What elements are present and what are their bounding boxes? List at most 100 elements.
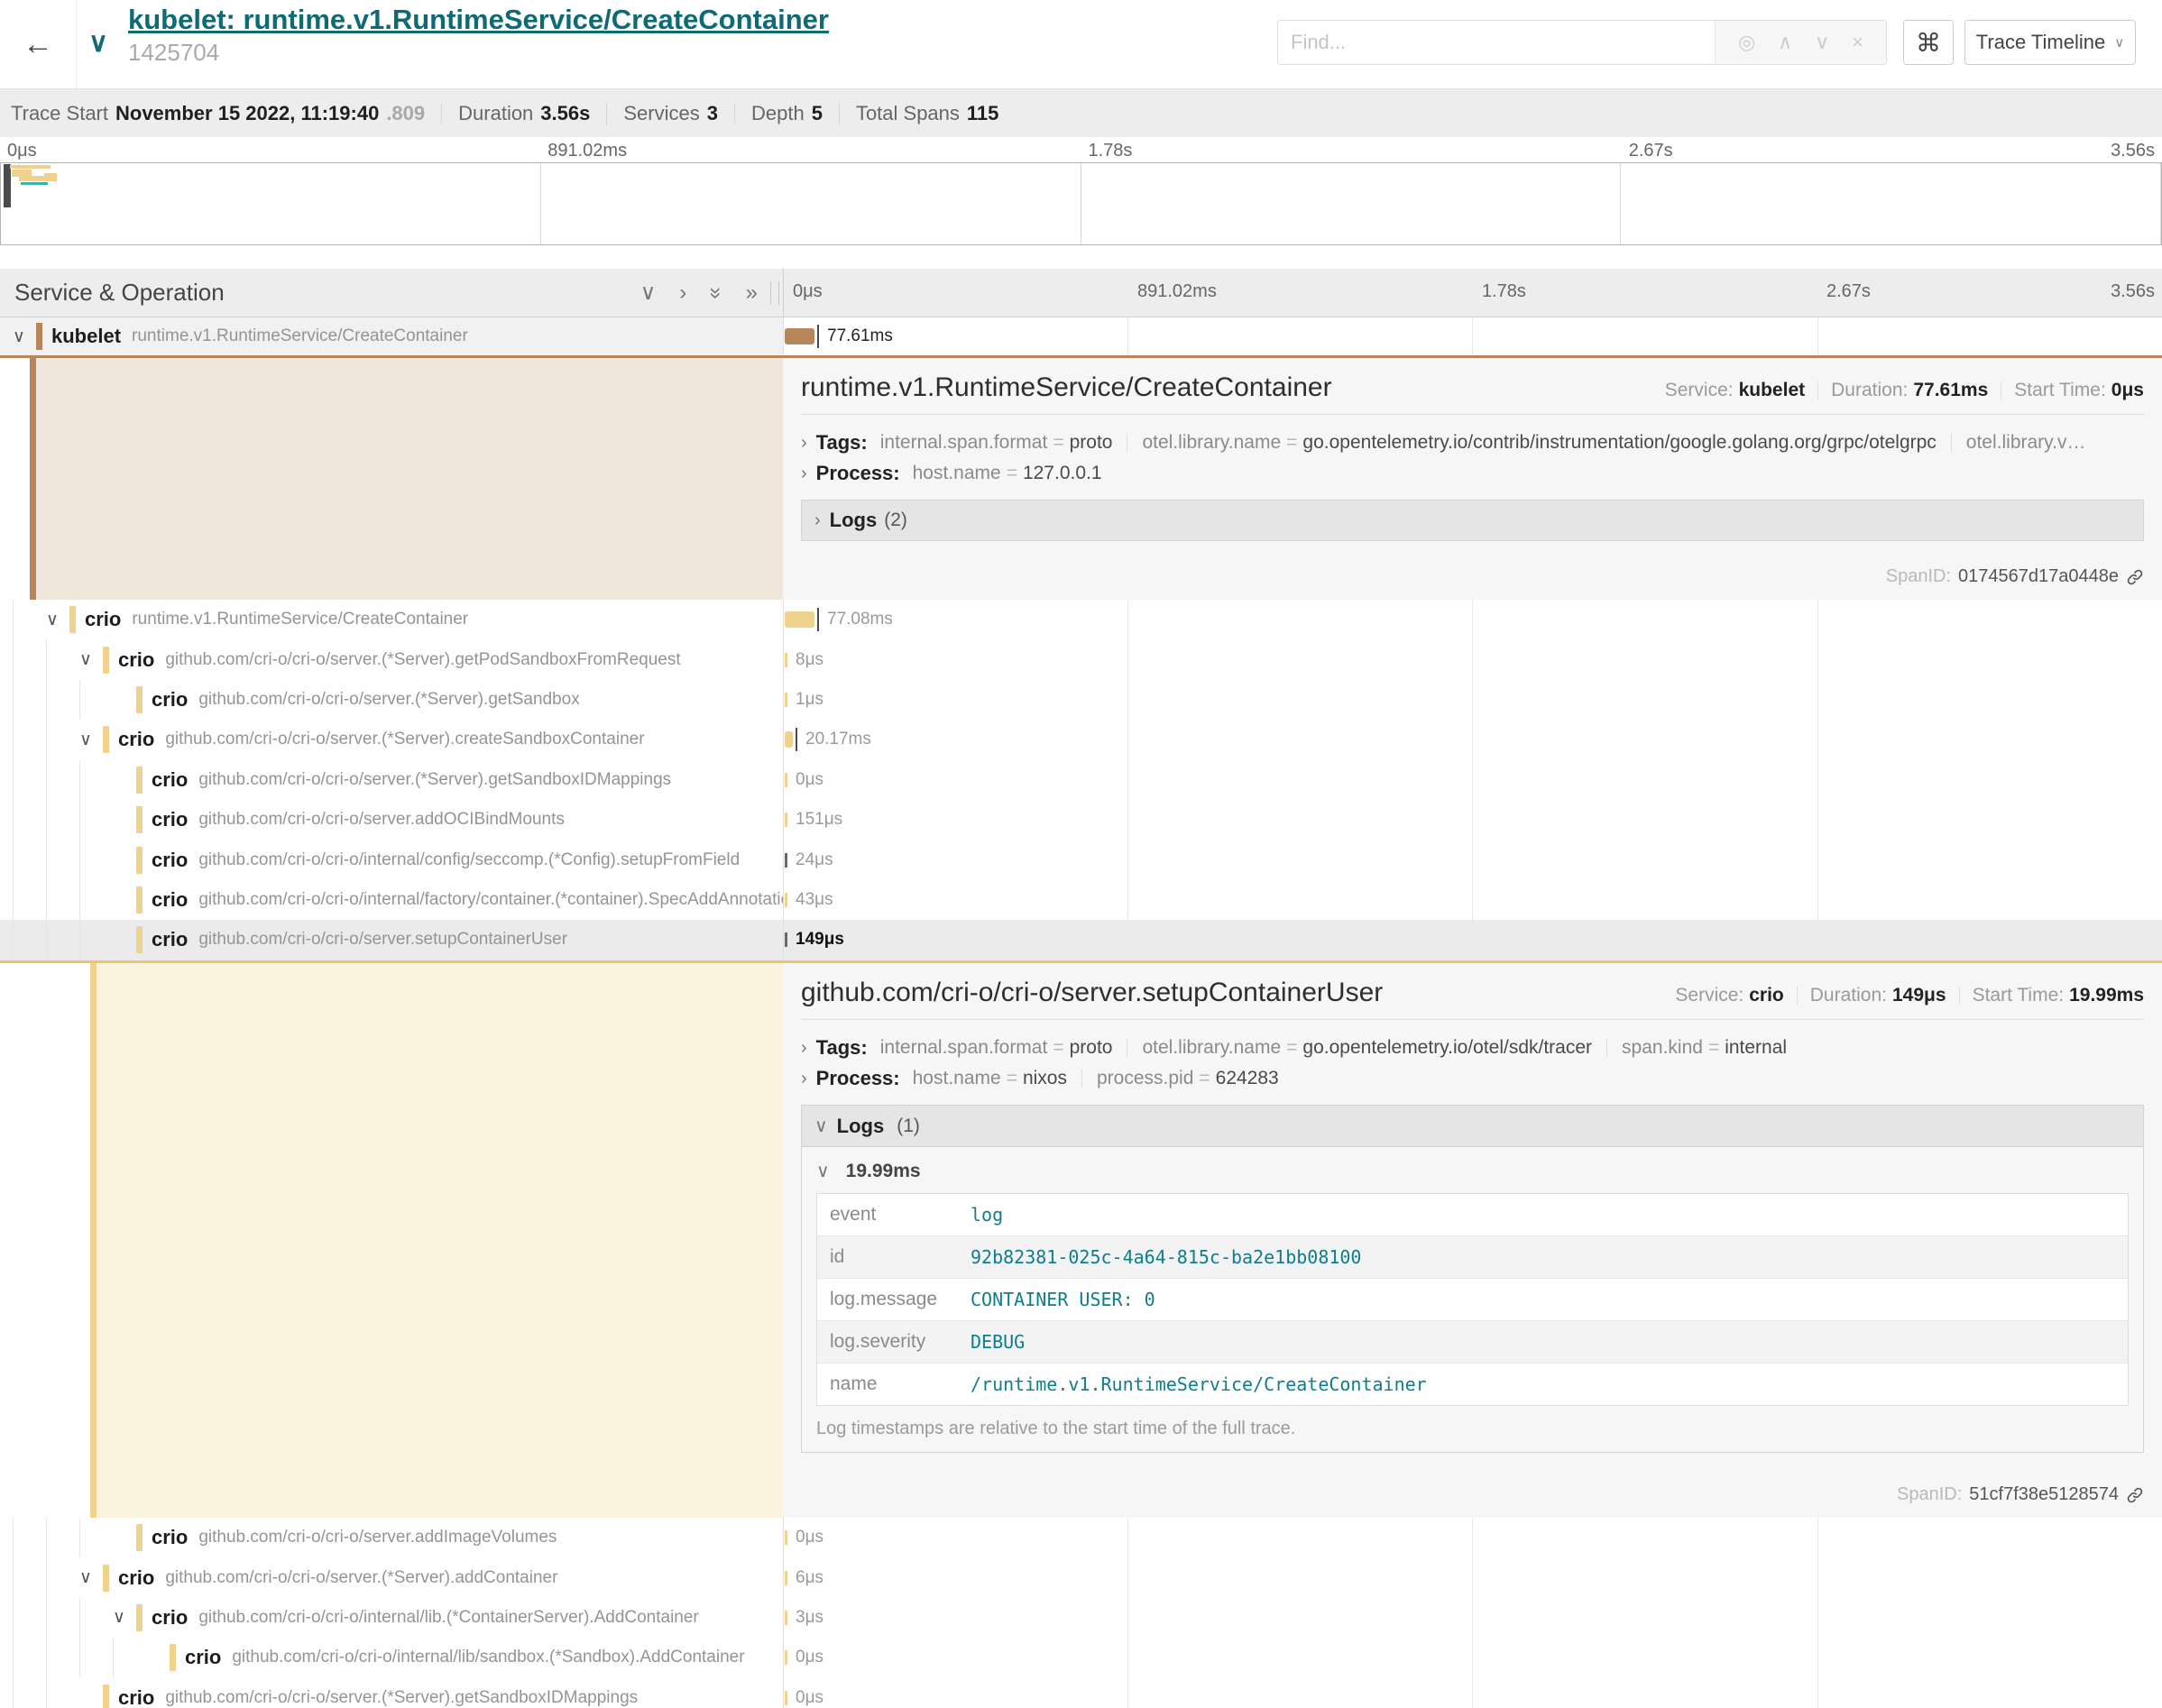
span-row[interactable]: criogithub.com/cri-o/cri-o/internal/conf…	[0, 840, 2162, 879]
span-row-timeline-cell[interactable]: 0μs	[783, 1518, 2162, 1557]
process-row[interactable]: › Process: host.name=127.0.0.1	[801, 458, 2144, 489]
span-duration-bar[interactable]	[785, 1530, 787, 1545]
column-resize-handle[interactable]	[770, 281, 779, 305]
span-duration-bar[interactable]	[785, 1571, 787, 1585]
expand-chevron-icon[interactable]: ∨	[46, 610, 69, 630]
find-next-icon[interactable]: ∨	[1815, 31, 1829, 54]
span-duration-bar[interactable]	[785, 653, 787, 667]
span-row[interactable]: ∨kubeletruntime.v1.RuntimeService/Create…	[0, 317, 2162, 355]
span-row-name-cell[interactable]: criogithub.com/cri-o/cri-o/internal/conf…	[0, 840, 783, 879]
span-row[interactable]: criogithub.com/cri-o/cri-o/server.setupC…	[0, 920, 2162, 960]
span-duration-bar[interactable]	[785, 813, 787, 827]
process-row[interactable]: › Process: host.name=nixosprocess.pid=62…	[801, 1063, 2144, 1094]
span-row-name-cell[interactable]: criogithub.com/cri-o/cri-o/internal/fact…	[0, 880, 783, 920]
span-row-name-cell[interactable]: ∨criogithub.com/cri-o/cri-o/internal/lib…	[0, 1598, 783, 1638]
span-duration-bar[interactable]	[785, 932, 787, 947]
span-row-name-cell[interactable]: ∨criogithub.com/cri-o/cri-o/server.(*Ser…	[0, 1557, 783, 1597]
span-duration-bar[interactable]	[785, 611, 814, 628]
span-duration-bar[interactable]	[785, 773, 787, 787]
span-row-timeline-cell[interactable]: 151μs	[783, 800, 2162, 840]
span-row[interactable]: ∨criogithub.com/cri-o/cri-o/server.(*Ser…	[0, 720, 2162, 759]
log-field-value: /runtime.v1.RuntimeService/CreateContain…	[971, 1364, 2128, 1405]
span-row[interactable]: ∨criogithub.com/cri-o/cri-o/server.(*Ser…	[0, 639, 2162, 679]
span-row-timeline-cell[interactable]: 1μs	[783, 680, 2162, 720]
collapse-one-icon[interactable]: ∨	[640, 280, 657, 306]
span-row-timeline-cell[interactable]: 0μs	[783, 760, 2162, 800]
span-row[interactable]: criogithub.com/cri-o/cri-o/internal/fact…	[0, 880, 2162, 920]
span-duration-bar[interactable]	[785, 731, 793, 748]
span-row[interactable]: ∨criogithub.com/cri-o/cri-o/server.(*Ser…	[0, 1557, 2162, 1597]
span-row[interactable]: ∨criogithub.com/cri-o/cri-o/internal/lib…	[0, 1598, 2162, 1638]
expand-chevron-icon[interactable]: ∨	[79, 1567, 103, 1588]
span-row-timeline-cell[interactable]: 77.08ms	[783, 600, 2162, 639]
find-clear-icon[interactable]: ×	[1852, 31, 1863, 54]
span-row-timeline-cell[interactable]: 8μs	[783, 639, 2162, 679]
span-row[interactable]: ∨crioruntime.v1.RuntimeService/CreateCon…	[0, 600, 2162, 639]
span-row[interactable]: criogithub.com/cri-o/cri-o/internal/lib/…	[0, 1638, 2162, 1677]
span-row-timeline-cell[interactable]: 3μs	[783, 1598, 2162, 1638]
span-rows: ∨kubeletruntime.v1.RuntimeService/Create…	[0, 317, 2162, 355]
find-input[interactable]	[1278, 21, 1715, 64]
service-name: crio	[152, 928, 188, 951]
log-field-value: log	[971, 1194, 2128, 1235]
span-row-timeline-cell[interactable]: 149μs	[783, 920, 2162, 960]
keyboard-shortcuts-button[interactable]: ⌘	[1903, 20, 1954, 65]
expand-chevron-icon[interactable]: ∨	[79, 649, 103, 670]
span-row-name-cell[interactable]: criogithub.com/cri-o/cri-o/server.addOCI…	[0, 800, 783, 840]
span-duration-bar[interactable]	[785, 1691, 787, 1705]
back-button[interactable]: ←	[0, 0, 76, 88]
span-row[interactable]: criogithub.com/cri-o/cri-o/server.(*Serv…	[0, 680, 2162, 720]
expand-chevron-icon[interactable]: ∨	[13, 326, 36, 347]
trace-title-link[interactable]: kubelet: runtime.v1.RuntimeService/Creat…	[128, 4, 829, 36]
span-row-name-cell[interactable]: criogithub.com/cri-o/cri-o/server.addIma…	[0, 1518, 783, 1557]
operation-name: github.com/cri-o/cri-o/server.(*Server).…	[165, 1568, 557, 1588]
log-entry-header[interactable]: ∨ 19.99ms	[816, 1160, 2129, 1182]
span-row[interactable]: criogithub.com/cri-o/cri-o/server.(*Serv…	[0, 760, 2162, 800]
span-row-timeline-cell[interactable]: 6μs	[783, 1557, 2162, 1597]
span-row[interactable]: criogithub.com/cri-o/cri-o/server.addIma…	[0, 1518, 2162, 1557]
expand-chevron-icon[interactable]: ∨	[113, 1607, 136, 1628]
span-duration-bar[interactable]	[785, 853, 787, 868]
tags-row[interactable]: › Tags: internal.span.format=protootel.l…	[801, 427, 2144, 458]
span-row-name-cell[interactable]: criogithub.com/cri-o/cri-o/server.(*Serv…	[0, 680, 783, 720]
span-duration-bar[interactable]	[785, 1650, 787, 1665]
expand-one-icon[interactable]: ›	[679, 280, 686, 306]
span-row-name-cell[interactable]: criogithub.com/cri-o/cri-o/server.(*Serv…	[0, 1678, 783, 1708]
span-row-name-cell[interactable]: ∨kubeletruntime.v1.RuntimeService/Create…	[0, 317, 783, 355]
span-row-timeline-cell[interactable]: 24μs	[783, 840, 2162, 879]
span-duration-bar[interactable]	[785, 1611, 787, 1625]
span-row-name-cell[interactable]: criogithub.com/cri-o/cri-o/server.setupC…	[0, 920, 783, 960]
span-duration-bar[interactable]	[785, 893, 787, 907]
span-row-name-cell[interactable]: criogithub.com/cri-o/cri-o/server.(*Serv…	[0, 760, 783, 800]
span-row-timeline-cell[interactable]: 0μs	[783, 1678, 2162, 1708]
span-row-name-cell[interactable]: ∨criogithub.com/cri-o/cri-o/server.(*Ser…	[0, 720, 783, 759]
trace-collapse-chevron-icon[interactable]: ∨	[88, 27, 108, 59]
find-prev-icon[interactable]: ∧	[1778, 31, 1792, 54]
logs-accordion-collapsed[interactable]: › Logs (2)	[801, 500, 2144, 541]
span-row-timeline-cell[interactable]: 0μs	[783, 1638, 2162, 1677]
span-row[interactable]: criogithub.com/cri-o/cri-o/server.(*Serv…	[0, 1678, 2162, 1708]
tag-value: 624283	[1216, 1068, 1279, 1089]
chevron-down-icon: ∨	[814, 1115, 828, 1137]
span-row-timeline-cell[interactable]: 43μs	[783, 880, 2162, 920]
span-row-name-cell[interactable]: ∨criogithub.com/cri-o/cri-o/server.(*Ser…	[0, 639, 783, 679]
span-duration-bar[interactable]	[785, 693, 787, 707]
minimap-drag-handle[interactable]	[4, 164, 11, 207]
span-row-timeline-cell[interactable]: 20.17ms	[783, 720, 2162, 759]
link-icon[interactable]	[2126, 568, 2144, 586]
link-icon[interactable]	[2126, 1486, 2144, 1504]
span-row-name-cell[interactable]: criogithub.com/cri-o/cri-o/internal/lib/…	[0, 1638, 783, 1677]
expand-all-icon[interactable]: »	[746, 280, 758, 306]
span-row[interactable]: criogithub.com/cri-o/cri-o/server.addOCI…	[0, 800, 2162, 840]
collapse-all-icon[interactable]: »	[704, 287, 729, 298]
span-duration-bar[interactable]	[785, 328, 814, 344]
minimap-quarter	[1, 163, 541, 244]
tags-row[interactable]: › Tags: internal.span.format=protootel.l…	[801, 1033, 2144, 1063]
span-row-name-cell[interactable]: ∨crioruntime.v1.RuntimeService/CreateCon…	[0, 600, 783, 639]
expand-chevron-icon[interactable]: ∨	[79, 730, 103, 750]
span-row-timeline-cell[interactable]: 77.61ms	[783, 317, 2162, 355]
logs-accordion-header[interactable]: ∨ Logs (1)	[802, 1106, 2143, 1147]
minimap-canvas[interactable]	[0, 162, 2162, 245]
find-target-icon[interactable]: ◎	[1738, 31, 1755, 54]
view-selector-button[interactable]: Trace Timeline ∨	[1964, 20, 2136, 65]
